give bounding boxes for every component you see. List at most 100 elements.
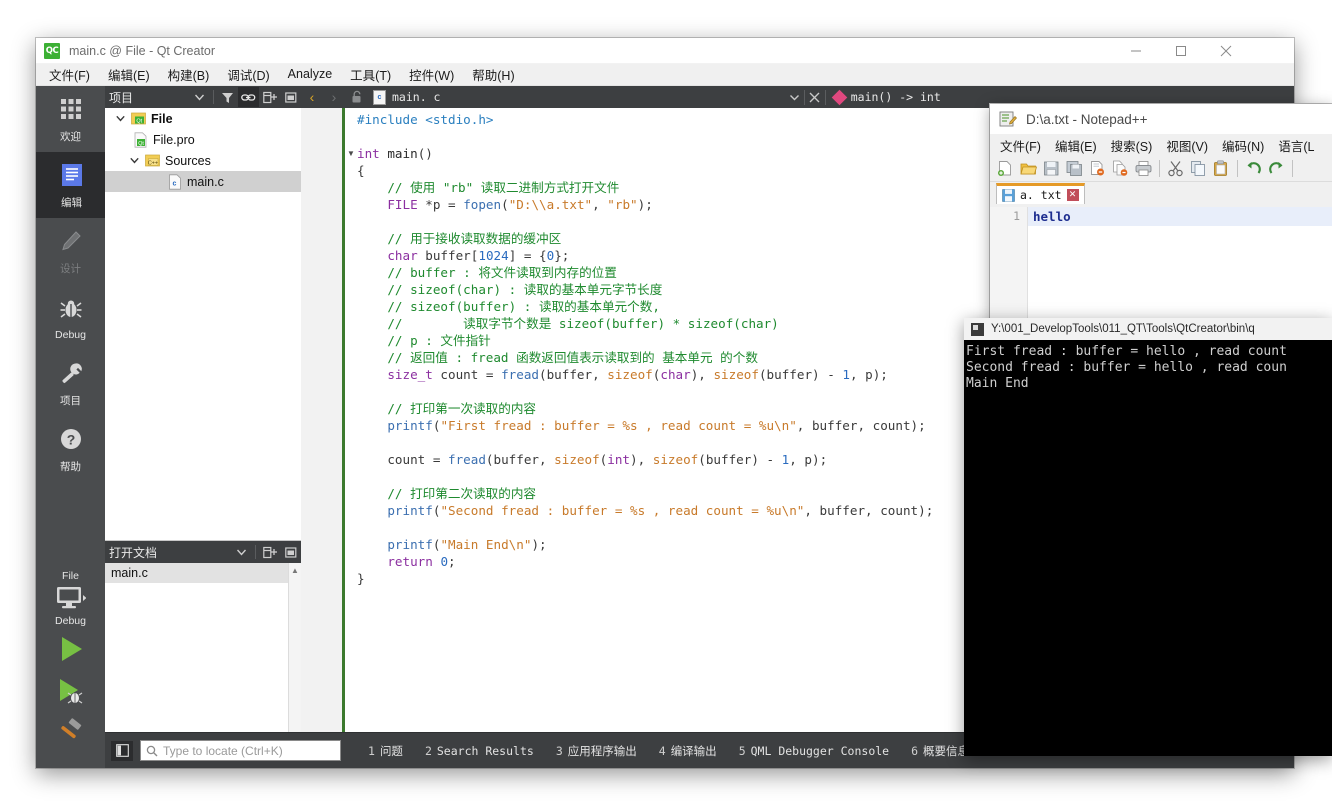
- filter-icon[interactable]: [217, 87, 238, 107]
- code-token: ,: [592, 197, 608, 212]
- document-icon: [59, 160, 85, 190]
- close-dock-icon[interactable]: [280, 542, 301, 562]
- split-icon[interactable]: [259, 87, 280, 107]
- split-icon[interactable]: [259, 542, 280, 562]
- code-token: fread: [501, 367, 540, 382]
- tree-row[interactable]: c main.c: [105, 171, 301, 192]
- code-token: int: [607, 452, 631, 467]
- run-button[interactable]: [36, 628, 105, 670]
- copy-icon[interactable]: [1188, 158, 1209, 179]
- code-token: "First fread : buffer = %s , read count …: [440, 418, 797, 433]
- mode-button-design[interactable]: 设计: [36, 218, 105, 284]
- code-token: sizeof: [554, 452, 600, 467]
- save-icon: [1002, 188, 1015, 202]
- search-input[interactable]: Type to locate (Ctrl+K): [140, 740, 341, 761]
- code-token: // sizeof(buffer) : 读取的基本单元个数,: [357, 299, 660, 314]
- tree-row[interactable]: C++ Sources: [105, 150, 301, 171]
- menu-help[interactable]: 帮助(H): [463, 63, 523, 87]
- code-token: , buffer, count);: [796, 418, 926, 433]
- code-token: // 打印第二次读取的内容: [357, 486, 537, 501]
- close-all-icon[interactable]: [1110, 158, 1131, 179]
- output-pane-button[interactable]: 4 编译输出: [648, 743, 728, 759]
- chevron-right-icon[interactable]: ›: [323, 89, 345, 105]
- menu-widgets[interactable]: 控件(W): [400, 63, 463, 87]
- open-folder-icon[interactable]: [1018, 158, 1039, 179]
- chevron-left-icon[interactable]: ‹: [301, 89, 323, 105]
- output-pane-button[interactable]: 1 问题: [357, 743, 414, 759]
- tree-row[interactable]: Qt File: [105, 108, 301, 129]
- mode-button-edit[interactable]: 编辑: [36, 152, 105, 218]
- kit-selector[interactable]: File Debug: [36, 569, 105, 628]
- notepadpp-line-text: hello: [1033, 209, 1071, 224]
- menu-edit[interactable]: 编辑(E): [99, 63, 159, 87]
- symbol-selector[interactable]: main() -> int: [826, 89, 949, 105]
- build-button[interactable]: [36, 712, 105, 754]
- print-icon[interactable]: [1133, 158, 1154, 179]
- editor-file-chip[interactable]: c main. c: [369, 89, 441, 105]
- maximize-icon[interactable]: [1158, 38, 1203, 64]
- npp-menu-search[interactable]: 搜索(S): [1104, 134, 1160, 157]
- chevron-down-icon[interactable]: [111, 114, 129, 123]
- tree-row[interactable]: Qt File.pro: [105, 129, 301, 150]
- output-pane-button[interactable]: 5 QML Debugger Console: [728, 744, 900, 758]
- debug-button[interactable]: [36, 670, 105, 712]
- unlock-icon[interactable]: [345, 90, 369, 104]
- save-all-icon[interactable]: [1064, 158, 1085, 179]
- save-icon[interactable]: [1041, 158, 1062, 179]
- link-icon[interactable]: [238, 87, 259, 107]
- mode-button-projects[interactable]: 项目: [36, 350, 105, 416]
- npp-menu-language[interactable]: 语言(L: [1271, 134, 1321, 157]
- npp-menu-encoding[interactable]: 编码(N): [1215, 134, 1271, 157]
- question-icon: ?: [59, 424, 83, 454]
- close-tab-icon[interactable]: ✕: [1066, 189, 1079, 201]
- code-token: , p);: [849, 367, 888, 382]
- new-file-icon[interactable]: [995, 158, 1016, 179]
- notepadpp-title: D:\a.txt - Notepad++: [1026, 111, 1148, 127]
- svg-text:?: ?: [66, 432, 75, 448]
- paste-icon[interactable]: [1211, 158, 1232, 179]
- output-pane-button[interactable]: 3 应用程序输出: [545, 743, 648, 759]
- menu-debug[interactable]: 调试(D): [218, 63, 278, 87]
- scroll-up-icon[interactable]: ▲: [289, 563, 301, 577]
- close-dock-icon[interactable]: [280, 87, 301, 107]
- cut-icon[interactable]: [1165, 158, 1186, 179]
- menu-build[interactable]: 构建(B): [159, 63, 219, 87]
- code-token: ] = {: [508, 248, 547, 263]
- sidebar-toggle-icon[interactable]: [111, 740, 133, 761]
- list-item[interactable]: main.c: [105, 563, 301, 583]
- npp-menu-file[interactable]: 文件(F): [993, 134, 1048, 157]
- console-line: Second fread : buffer = hello , read cou…: [966, 360, 1287, 375]
- chevron-down-icon[interactable]: [231, 542, 252, 562]
- mode-button-debug[interactable]: Debug: [36, 284, 105, 350]
- notepadpp-tab[interactable]: a. txt ✕: [996, 183, 1085, 204]
- mode-button-welcome[interactable]: 欢迎: [36, 86, 105, 152]
- qt-titlebar: QC main.c @ File - Qt Creator: [36, 38, 1294, 64]
- chevron-down-icon[interactable]: [189, 87, 210, 107]
- wrench-icon: [59, 358, 83, 388]
- code-token: "D:\\a.txt": [508, 197, 593, 212]
- play-bug-icon: [59, 679, 82, 704]
- fold-toggle-icon[interactable]: ▼: [345, 145, 357, 162]
- chevron-down-icon[interactable]: [786, 93, 804, 102]
- output-pane-number: 4: [658, 743, 666, 758]
- mode-label-welcome: 欢迎: [60, 131, 81, 143]
- close-file-icon[interactable]: [1087, 158, 1108, 179]
- menu-tools[interactable]: 工具(T): [341, 63, 400, 87]
- npp-menu-edit[interactable]: 编辑(E): [1048, 134, 1104, 157]
- menu-analyze[interactable]: Analyze: [279, 65, 341, 84]
- code-token: );: [637, 197, 653, 212]
- chevron-down-icon[interactable]: [125, 156, 143, 165]
- project-tree[interactable]: Qt File Qt File.pro C++ Sources c main.c: [105, 108, 301, 540]
- mode-button-help[interactable]: ? 帮助: [36, 416, 105, 482]
- close-icon[interactable]: [1203, 38, 1248, 64]
- editor-filename: main. c: [392, 90, 441, 104]
- minimize-icon[interactable]: [1113, 38, 1158, 64]
- npp-menu-view[interactable]: 视图(V): [1159, 134, 1215, 157]
- output-pane-button[interactable]: 2 Search Results: [414, 744, 545, 758]
- close-icon[interactable]: [805, 92, 825, 103]
- redo-icon[interactable]: [1266, 158, 1287, 179]
- code-token: fopen: [463, 197, 502, 212]
- menu-file[interactable]: 文件(F): [40, 63, 99, 87]
- undo-icon[interactable]: [1243, 158, 1264, 179]
